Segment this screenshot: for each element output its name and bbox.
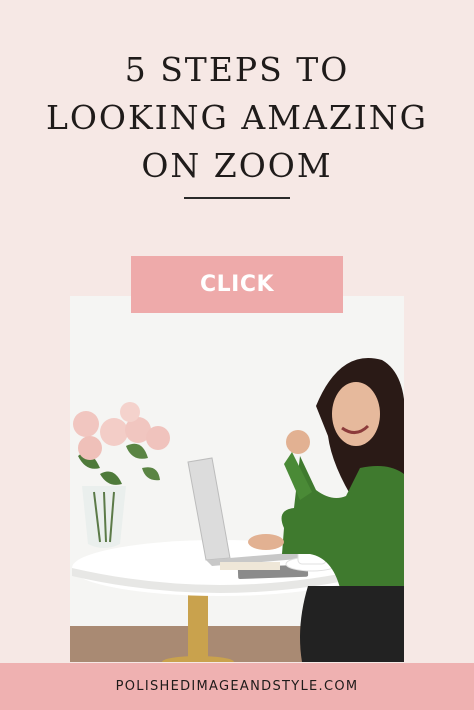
headline-line-2: LOOKING AMAZING (45, 98, 429, 137)
headline: 5 STEPS TO LOOKING AMAZING ON ZOOM (0, 46, 474, 190)
headline-divider (184, 197, 290, 199)
footer-site-link[interactable]: POLISHEDIMAGEANDSTYLE.COM (116, 679, 359, 694)
click-button[interactable]: CLICK (131, 256, 343, 313)
woman-at-laptop-photo (70, 296, 404, 662)
headline-line-1: 5 STEPS TO (124, 50, 350, 89)
footer-bar: POLISHEDIMAGEANDSTYLE.COM (0, 663, 474, 710)
headline-line-3: ON ZOOM (141, 146, 333, 185)
